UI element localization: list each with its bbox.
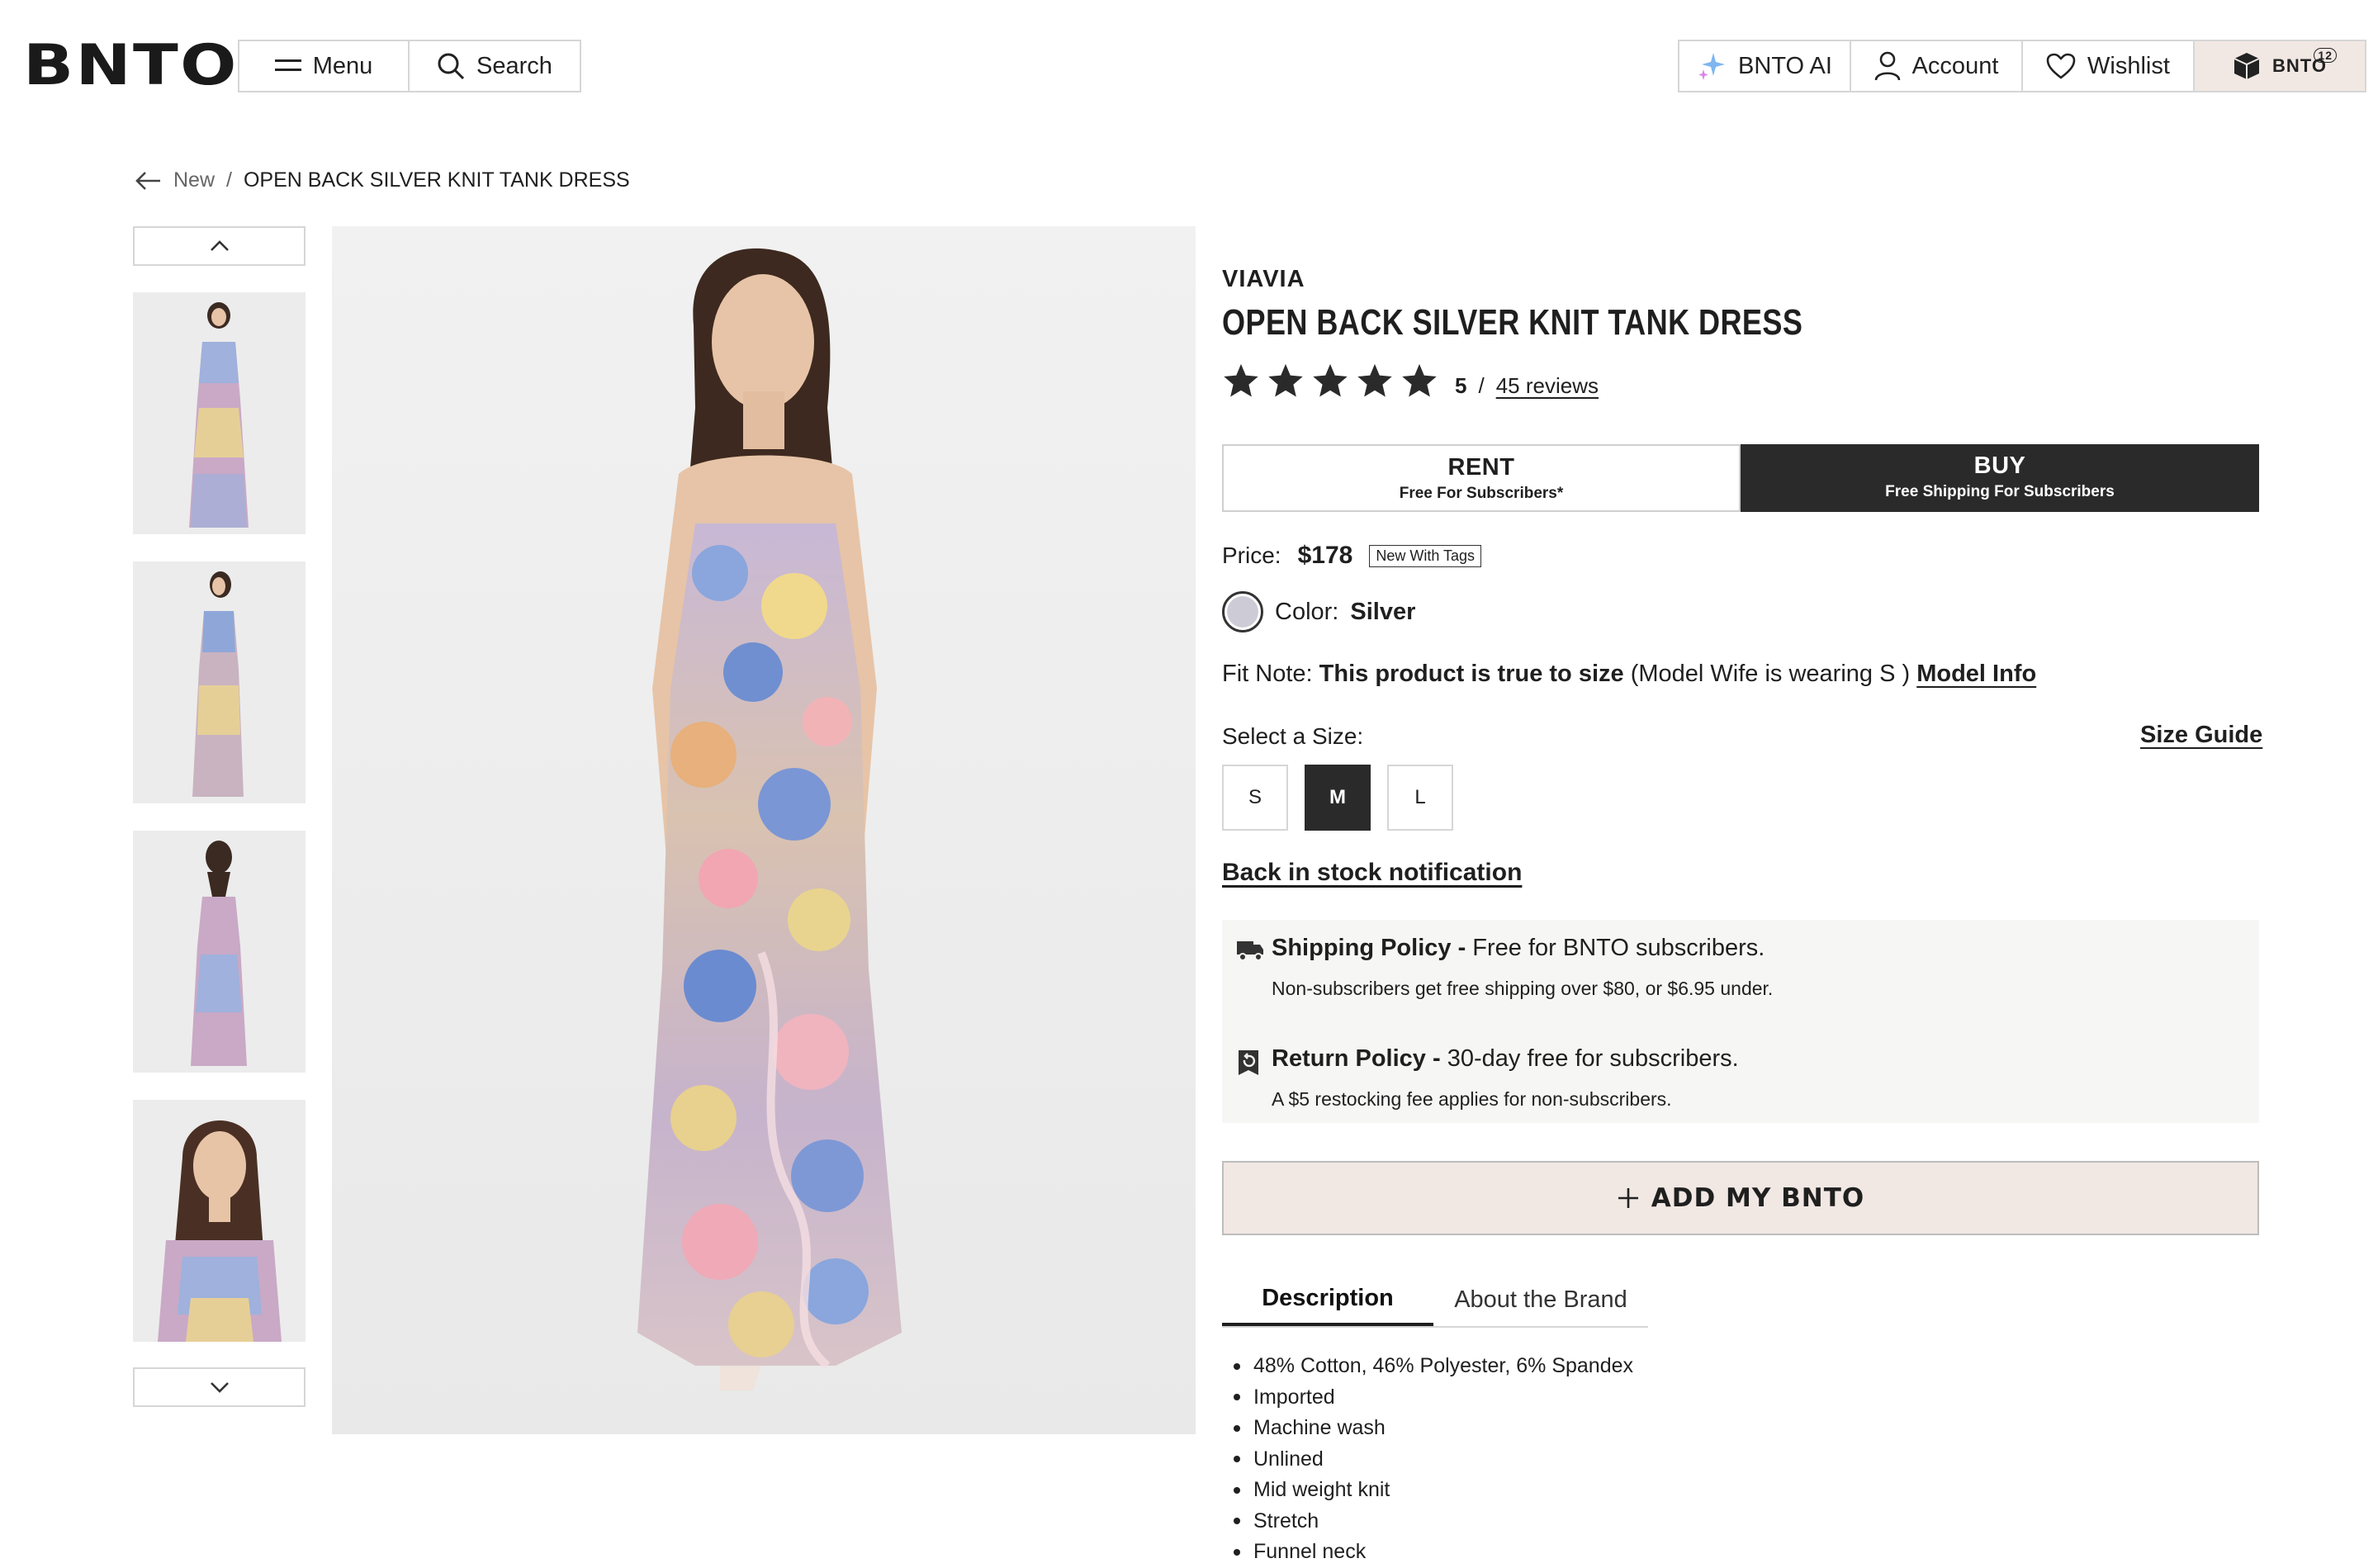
rating-separator: / (1478, 373, 1485, 398)
price-row: Price: $178 New With Tags (1222, 542, 1482, 570)
menu-label: Menu (312, 52, 373, 79)
search-icon (438, 53, 465, 80)
breadcrumb-current: OPEN BACK SILVER KNIT TANK DRESS (243, 168, 630, 192)
return-policy-dash: - (1425, 1045, 1447, 1072)
price-label: Price: (1222, 542, 1281, 568)
fit-note: Fit Note: This product is true to size (… (1222, 661, 2036, 688)
wishlist-label: Wishlist (2087, 52, 2170, 79)
wishlist-button[interactable]: Wishlist (2021, 40, 2195, 92)
bnto-ai-label: BNTO AI (1738, 52, 1832, 79)
color-swatch[interactable] (1222, 591, 1263, 632)
product-title: OPEN BACK SILVER KNIT TANK DRESS (1222, 302, 1803, 343)
return-policy-summary: 30-day free for subscribers. (1447, 1045, 1739, 1072)
color-row: Color: Silver (1222, 591, 1415, 632)
menu-button[interactable]: Menu (238, 40, 410, 92)
return-policy-heading: Return Policy - 30-day free for subscrib… (1272, 1045, 1739, 1073)
tab-description[interactable]: Description (1222, 1273, 1433, 1326)
chevron-down-icon (210, 1382, 229, 1393)
arrow-left-icon[interactable] (135, 171, 162, 191)
buy-option-button[interactable]: BUY Free Shipping For Subscribers (1741, 444, 2259, 512)
sparkle-icon (1698, 53, 1726, 80)
rent-sublabel: Free For Subscribers* (1399, 485, 1564, 502)
thumbnail-down-button[interactable] (133, 1367, 306, 1407)
add-to-bnto-label: ADD MY BNTO (1651, 1183, 1865, 1213)
size-selector: S M L (1222, 765, 1453, 831)
search-label: Search (476, 52, 552, 79)
list-item: Funnel neck (1234, 1537, 1633, 1568)
hamburger-icon (274, 59, 301, 71)
fit-detail: (Model Wife is wearing S ) (1630, 661, 1911, 687)
color-label: Color: (1275, 598, 1339, 625)
description-list: 48% Cotton, 46% Polyester, 6% Spandex Im… (1234, 1351, 1633, 1568)
list-item: Mid weight knit (1234, 1475, 1633, 1506)
cart-count-badge: 12 (2314, 48, 2337, 63)
breadcrumb: New / OPEN BACK SILVER KNIT TANK DRESS (135, 168, 630, 192)
condition-tag: New With Tags (1369, 544, 1482, 567)
star-icon (1268, 363, 1303, 397)
rating-value: 5 (1455, 373, 1467, 398)
list-item: Unlined (1234, 1444, 1633, 1476)
fit-summary: This product is true to size (1319, 661, 1624, 687)
main-product-image[interactable] (332, 226, 1196, 1434)
star-icon (1224, 363, 1258, 397)
star-icon (1402, 363, 1437, 397)
chevron-up-icon (210, 240, 229, 251)
rent-label: RENT (1447, 454, 1515, 481)
return-policy-detail: A $5 restocking fee applies for non-subs… (1272, 1088, 1672, 1110)
thumbnail-4[interactable] (133, 1100, 306, 1342)
buy-sublabel: Free Shipping For Subscribers (1885, 483, 2115, 500)
product-tabs: Description About the Brand (1222, 1273, 1648, 1328)
shipping-policy-heading: Shipping Policy - Free for BNTO subscrib… (1272, 935, 1765, 962)
size-option-l[interactable]: L (1387, 765, 1453, 831)
user-icon (1874, 51, 1900, 81)
policy-box: Shipping Policy - Free for BNTO subscrib… (1222, 920, 2259, 1123)
return-icon (1239, 1050, 1258, 1075)
star-icon (1357, 363, 1392, 397)
breadcrumb-parent[interactable]: New (173, 168, 215, 192)
shipping-policy-title: Shipping Policy (1272, 935, 1452, 961)
return-policy-title: Return Policy (1272, 1045, 1426, 1072)
rating-stars (1222, 362, 1438, 400)
breadcrumb-separator: / (226, 168, 232, 192)
back-in-stock-link[interactable]: Back in stock notification (1222, 859, 1522, 887)
thumbnail-up-button[interactable] (133, 226, 306, 266)
thumbnail-1[interactable] (133, 292, 306, 534)
bnto-cart-button[interactable]: BNTO 12 (2193, 40, 2366, 92)
truck-icon (1237, 941, 1263, 961)
size-option-s[interactable]: S (1222, 765, 1288, 831)
select-size-label: Select a Size: (1222, 723, 1364, 749)
account-button[interactable]: Account (1850, 40, 2023, 92)
list-item: 48% Cotton, 46% Polyester, 6% Spandex (1234, 1351, 1633, 1382)
list-item: Machine wash (1234, 1413, 1633, 1444)
list-item: Stretch (1234, 1506, 1633, 1537)
size-guide-link[interactable]: Size Guide (2140, 722, 2262, 749)
shipping-policy-detail: Non-subscribers get free shipping over $… (1272, 978, 1774, 999)
fit-label: Fit Note: (1222, 661, 1313, 687)
add-to-bnto-button[interactable]: ADD MY BNTO (1222, 1161, 2259, 1235)
buy-label: BUY (1973, 452, 2026, 479)
list-item: Imported (1234, 1382, 1633, 1414)
model-info-link[interactable]: Model Info (1916, 661, 2036, 687)
rating-summary: 5 / 45 reviews (1455, 373, 1599, 399)
size-option-m[interactable]: M (1305, 765, 1371, 831)
rent-option-button[interactable]: RENT Free For Subscribers* (1222, 444, 1741, 512)
thumbnail-2[interactable] (133, 561, 306, 803)
shipping-policy-summary: Free for BNTO subscribers. (1472, 935, 1765, 961)
search-button[interactable]: Search (408, 40, 581, 92)
account-label: Account (1911, 52, 1999, 79)
reviews-link[interactable]: 45 reviews (1496, 373, 1599, 399)
box-icon (2234, 53, 2260, 79)
tab-about-brand[interactable]: About the Brand (1433, 1273, 1648, 1326)
bnto-ai-button[interactable]: BNTO AI (1678, 40, 1851, 92)
price-value: $178 (1297, 542, 1353, 569)
product-brand[interactable]: VIAVIA (1222, 266, 1305, 293)
plus-icon (1618, 1188, 1638, 1208)
color-value: Silver (1350, 598, 1416, 625)
bnto-logo[interactable]: BNTO (23, 38, 239, 94)
star-icon (1313, 363, 1348, 397)
thumbnail-3[interactable] (133, 831, 306, 1073)
shipping-policy-dash: - (1451, 935, 1473, 961)
heart-icon (2046, 53, 2076, 79)
